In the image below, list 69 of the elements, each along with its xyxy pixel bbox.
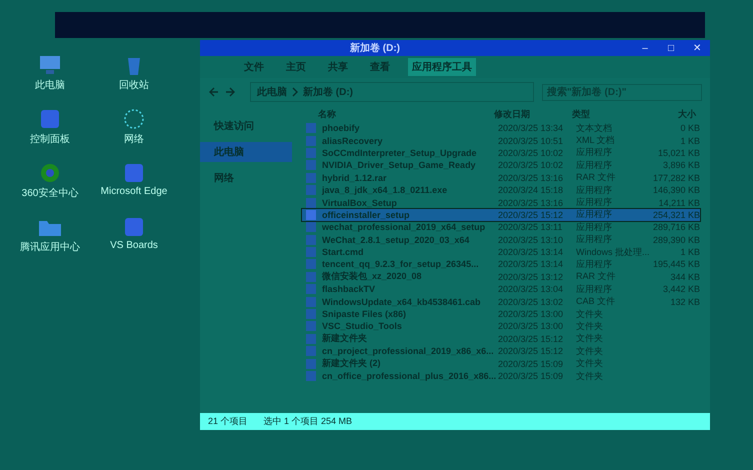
file-icon xyxy=(306,234,316,245)
nav-item[interactable]: 快速访问 xyxy=(200,116,292,136)
file-row[interactable]: cn_project_professional_2019_x86_x6... 2020/3/25 15:12 文件夹 xyxy=(302,345,700,358)
folder-icon xyxy=(306,346,316,356)
desktop-icon[interactable]: 网络 xyxy=(94,104,174,150)
file-row[interactable]: cn_office_professional_plus_2016_x86... 2020/3/25 15:09 文件夹 xyxy=(302,370,700,382)
nav-item[interactable]: 网络 xyxy=(200,168,292,188)
desktop-icon[interactable]: 回收站 xyxy=(94,50,174,96)
file-row[interactable]: Start.cmd 2020/3/25 13:14 Windows 批处理... 1 KB xyxy=(302,246,700,258)
column-header[interactable]: 类型 xyxy=(572,108,638,120)
column-header[interactable]: 大小 xyxy=(644,108,696,120)
item-count: 21 个项目 xyxy=(208,415,248,428)
file-row[interactable]: aliasRecovery 2020/3/25 10:51 XML 文档 1 KB xyxy=(302,134,700,147)
file-row[interactable]: WindowsUpdate_x64_kb4538461.cab 2020/3/25 13:02 CAB 文件 132 KB xyxy=(302,295,700,308)
file-row[interactable]: 新建文件夹 2020/3/25 15:12 文件夹 xyxy=(302,332,700,346)
file-row[interactable]: phoebify 2020/3/25 13:34 文本文档 0 KB xyxy=(302,122,700,134)
window-title: 新加卷 (D:) xyxy=(350,41,400,55)
folder-icon xyxy=(306,309,316,320)
breadcrumb[interactable]: 此电脑 xyxy=(257,85,287,99)
file-icon xyxy=(306,296,316,307)
folder-icon xyxy=(306,371,316,381)
file-row[interactable]: officeinstaller_setup 2020/3/25 15:12 应用程序 254,321 KB xyxy=(302,208,700,222)
file-row[interactable]: wechat_professional_2019_x64_setup 2020/3/25 13:11 应用程序 289,716 KB xyxy=(302,221,700,234)
file-icon xyxy=(306,136,316,146)
ribbon-tab[interactable]: 主页 xyxy=(282,58,310,76)
nav-item[interactable]: 此电脑 xyxy=(200,142,292,162)
file-row[interactable]: WeChat_2.8.1_setup_2020_03_x64 2020/3/25 13:10 应用程序 289,390 KB xyxy=(302,234,700,246)
file-icon xyxy=(306,172,316,183)
file-icon xyxy=(306,148,316,158)
file-icon xyxy=(306,272,316,282)
file-row[interactable]: 新建文件夹 (2) 2020/3/25 15:09 文件夹 xyxy=(302,357,700,370)
desktop-icon[interactable]: VS Boards xyxy=(94,212,174,258)
desktop-icon[interactable]: 腾讯应用中心 xyxy=(10,212,90,258)
file-row[interactable]: VirtualBox_Setup 2020/3/25 13:16 应用程序 14,211 KB xyxy=(302,196,700,209)
ribbon-tab[interactable]: 共享 xyxy=(324,58,352,76)
ribbon-tab[interactable]: 文件 xyxy=(240,58,268,76)
file-row[interactable]: SoCCmdInterpreter_Setup_Upgrade 2020/3/25 10:02 应用程序 15,021 KB xyxy=(302,146,700,160)
column-header[interactable]: 修改日期 xyxy=(494,108,566,120)
desktop-icon[interactable]: 控制面板 xyxy=(10,104,90,150)
file-icon xyxy=(306,198,316,208)
file-row[interactable]: flashbackTV 2020/3/25 13:04 应用程序 3,442 KB xyxy=(302,283,700,296)
file-icon xyxy=(306,284,316,294)
folder-icon xyxy=(306,321,316,332)
file-row[interactable]: hybrid_1.12.rar 2020/3/25 13:16 RAR 文件 177,282 KB xyxy=(302,172,700,184)
folder-icon xyxy=(306,334,316,344)
breadcrumb[interactable]: 新加卷 (D:) xyxy=(303,85,353,99)
file-icon xyxy=(306,160,316,170)
folder-icon xyxy=(306,358,316,369)
file-row[interactable]: tencent_qq_9.2.3_for_setup_26345... 2020/3/25 13:14 应用程序 195,445 KB xyxy=(302,258,700,271)
file-row[interactable]: NVIDIA_Driver_Setup_Game_Ready 2020/3/25 10:02 应用程序 3,896 KB xyxy=(302,159,700,172)
file-icon xyxy=(306,259,316,270)
file-row[interactable]: VSC_Studio_Tools 2020/3/25 13:00 文件夹 xyxy=(302,320,700,333)
ribbon-tab[interactable]: 应用程序工具 xyxy=(408,58,476,76)
file-row[interactable]: 微信安装包_xz_2020_08 2020/3/25 13:12 RAR 文件 344 KB xyxy=(302,270,700,284)
monitor-icon xyxy=(37,54,63,76)
selection-info: 选中 1 个项目 254 MB xyxy=(264,415,352,428)
file-row[interactable]: Snipaste Files (x86) 2020/3/25 13:00 文件夹 xyxy=(302,308,700,320)
desktop-icon[interactable]: Microsoft Edge xyxy=(94,158,174,204)
file-icon xyxy=(306,210,316,220)
file-row[interactable]: java_8_jdk_x64_1.8_0211.exe 2020/3/24 15:18 应用程序 146,390 KB xyxy=(302,184,700,196)
desktop-icon[interactable]: 此电脑 xyxy=(10,50,90,96)
desktop-icon[interactable]: 360安全中心 xyxy=(10,158,90,204)
file-icon xyxy=(306,123,316,134)
file-icon xyxy=(306,185,316,196)
column-header[interactable]: 名称 xyxy=(318,108,488,120)
ribbon-tab[interactable]: 查看 xyxy=(366,58,394,76)
chevron-icon xyxy=(291,87,299,97)
file-icon xyxy=(306,247,316,258)
file-icon xyxy=(306,222,316,232)
